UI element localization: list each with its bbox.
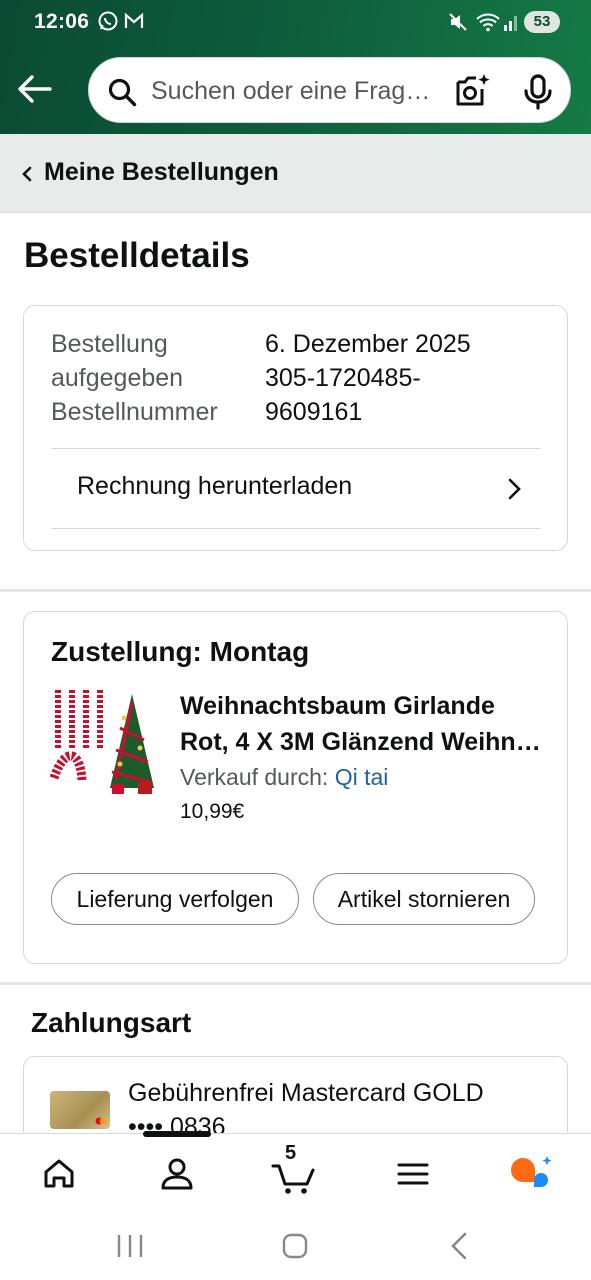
mute-icon (449, 13, 467, 31)
delivery-title: Zustellung: Montag (51, 636, 310, 667)
credit-card-image (50, 1091, 110, 1129)
system-navigation-bar (0, 1213, 591, 1280)
page-title: Bestelldetails (24, 236, 250, 275)
cancel-item-button[interactable]: Artikel stornieren (313, 873, 535, 925)
track-delivery-button[interactable]: Lieferung verfolgen (51, 873, 299, 925)
order-number-label: Bestellnummer (51, 398, 218, 426)
cart-count: 5 (285, 1142, 297, 1164)
chevron-left-icon (22, 166, 32, 182)
status-bar: 12:06 53 (0, 0, 591, 44)
order-placed-label-line1: Bestellung (51, 330, 168, 358)
breadcrumb[interactable]: Meine Bestellungen (0, 134, 591, 213)
seller-link[interactable]: Qi tai (335, 764, 389, 790)
chevron-right-icon (508, 478, 521, 500)
order-number-value-line1: 305-1720485- (265, 364, 421, 392)
product-title-line1[interactable]: Weihnachtsbaum Girlande (180, 688, 550, 724)
order-placed-label-line2: aufgegeben (51, 364, 184, 392)
bottom-navigation: 5 (0, 1131, 591, 1213)
delivery-card: Zustellung: Montag Weihnachtsbaum Girlan… (23, 611, 568, 964)
divider (51, 528, 541, 529)
search-icon (108, 78, 137, 107)
sold-by: Verkauf durch: Qi tai (180, 764, 388, 791)
recent-apps-icon[interactable] (110, 1229, 150, 1263)
payment-title: Zahlungsart (31, 1007, 192, 1038)
product-image[interactable] (50, 688, 156, 796)
rufus-assistant-icon[interactable] (503, 1146, 559, 1202)
download-invoice-link[interactable]: Rechnung herunterladen (51, 450, 541, 528)
back-arrow-icon[interactable] (16, 72, 52, 106)
section-separator (0, 982, 591, 985)
home-system-icon[interactable] (275, 1229, 315, 1263)
menu-icon[interactable] (385, 1146, 441, 1202)
order-placed-value: 6. Dezember 2025 (265, 330, 471, 358)
app-screen: 12:06 53 Meine Bestellungen Bestelldetai… (0, 0, 591, 1280)
signal-icon (504, 16, 517, 31)
home-icon[interactable] (31, 1146, 87, 1202)
back-system-icon[interactable] (440, 1229, 480, 1263)
section-separator (0, 589, 591, 592)
microphone-icon[interactable] (522, 74, 554, 110)
gmail-icon (124, 12, 144, 28)
search-bar[interactable] (88, 57, 571, 123)
nav-active-indicator (143, 1131, 211, 1137)
mastercard-logo-icon (95, 1117, 107, 1125)
breadcrumb-label[interactable]: Meine Bestellungen (44, 158, 279, 187)
status-time: 12:06 (34, 10, 90, 33)
battery-indicator: 53 (524, 11, 560, 33)
search-input[interactable] (151, 71, 443, 111)
order-summary-card: Bestellung aufgegeben Bestellnummer 6. D… (23, 305, 568, 551)
top-bar: 12:06 53 (0, 0, 591, 134)
wifi-icon (476, 13, 500, 32)
product-title[interactable]: Weihnachtsbaum Girlande Rot, 4 X 3M Glän… (180, 688, 550, 760)
account-icon[interactable] (149, 1146, 205, 1202)
camera-search-icon[interactable] (453, 72, 491, 110)
order-number-value-line2: 9609161 (265, 398, 363, 426)
invoice-label: Rechnung herunterladen (77, 472, 353, 500)
sold-by-label: Verkauf durch: (180, 764, 335, 790)
product-price: 10,99€ (180, 800, 245, 823)
whatsapp-icon (98, 11, 118, 31)
divider (51, 448, 541, 449)
product-title-line2[interactable]: Rot, 4 X 3M Glänzend Weihnachtsbaum (180, 724, 550, 760)
card-name: Gebührenfrei Mastercard GOLD (128, 1079, 484, 1107)
cart-button[interactable]: 5 (267, 1142, 323, 1202)
